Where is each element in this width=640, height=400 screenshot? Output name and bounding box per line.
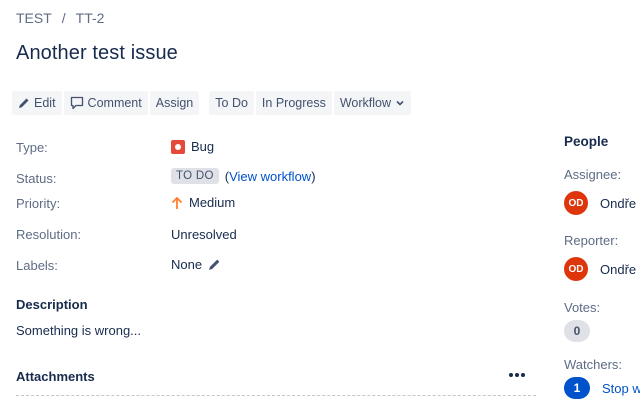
resolution-value: Unresolved xyxy=(171,227,237,242)
edit-button[interactable]: Edit xyxy=(12,91,62,115)
comment-button-label: Comment xyxy=(87,96,142,110)
reporter-avatar: OD xyxy=(564,257,588,281)
watchers-count-badge[interactable]: 1 xyxy=(564,377,590,399)
breadcrumb: TEST / TT-2 xyxy=(16,10,104,26)
more-dot xyxy=(521,373,525,377)
workflow-button[interactable]: Workflow xyxy=(333,91,412,115)
reporter-label: Reporter: xyxy=(564,233,619,248)
assignee-row[interactable]: OD Ondře xyxy=(564,191,636,215)
breadcrumb-issue-key[interactable]: TT-2 xyxy=(76,10,105,26)
assign-button[interactable]: Assign xyxy=(149,91,200,115)
view-workflow-link[interactable]: View workflow xyxy=(229,169,311,184)
stop-watching-link[interactable]: Stop w xyxy=(602,381,640,396)
page-title: Another test issue xyxy=(16,42,178,64)
comment-icon xyxy=(70,96,83,110)
resolution-label: Resolution: xyxy=(16,227,82,242)
attachments-more-icon[interactable] xyxy=(506,366,528,384)
more-dot xyxy=(509,373,513,377)
type-value: Bug xyxy=(171,139,214,154)
status-lozenge: TO DO xyxy=(171,168,219,184)
reporter-name: Ondře xyxy=(600,261,637,277)
attachments-dropzone[interactable] xyxy=(16,395,536,400)
type-value-text: Bug xyxy=(191,139,215,154)
priority-medium-icon xyxy=(171,196,183,209)
chevron-down-icon xyxy=(396,100,404,106)
people-title: People xyxy=(564,134,609,149)
assignee-avatar: OD xyxy=(564,191,588,215)
view-workflow: (View workflow) xyxy=(224,168,316,184)
edit-button-label: Edit xyxy=(34,96,56,110)
more-dot xyxy=(515,373,519,377)
attachments-title: Attachments xyxy=(16,369,95,384)
priority-value: Medium xyxy=(171,195,235,210)
status-label: Status: xyxy=(16,171,57,186)
votes-count-badge[interactable]: 0 xyxy=(564,320,590,342)
issue-toolbar: Edit Comment Assign To Do In Progress Wo… xyxy=(12,91,413,115)
edit-labels-pencil-icon[interactable] xyxy=(208,258,221,271)
labels-label: Labels: xyxy=(16,258,58,273)
type-label: Type: xyxy=(16,140,48,155)
votes-row: 0 xyxy=(564,320,590,342)
description-text[interactable]: Something is wrong... xyxy=(16,323,141,338)
priority-label: Priority: xyxy=(16,196,61,211)
breadcrumb-separator: / xyxy=(61,10,66,26)
watchers-label: Watchers: xyxy=(564,357,623,372)
pencil-icon xyxy=(19,98,29,108)
workflow-button-label: Workflow xyxy=(339,96,392,110)
in-progress-button[interactable]: In Progress xyxy=(255,91,332,115)
assignee-name: Ondře xyxy=(600,195,637,211)
description-title: Description xyxy=(16,297,88,312)
priority-value-text: Medium xyxy=(189,195,236,210)
bug-icon xyxy=(171,139,185,154)
breadcrumb-project[interactable]: TEST xyxy=(16,10,52,26)
to-do-button[interactable]: To Do xyxy=(209,91,254,115)
labels-value-text: None xyxy=(171,257,203,272)
watchers-row: 1 Stop w xyxy=(564,377,640,399)
votes-label: Votes: xyxy=(564,300,601,315)
assignee-label: Assignee: xyxy=(564,167,622,182)
comment-button[interactable]: Comment xyxy=(63,91,148,115)
labels-value: None xyxy=(171,257,221,272)
reporter-row[interactable]: OD Ondře xyxy=(564,257,636,281)
status-value: TO DO (View workflow) xyxy=(171,168,316,184)
